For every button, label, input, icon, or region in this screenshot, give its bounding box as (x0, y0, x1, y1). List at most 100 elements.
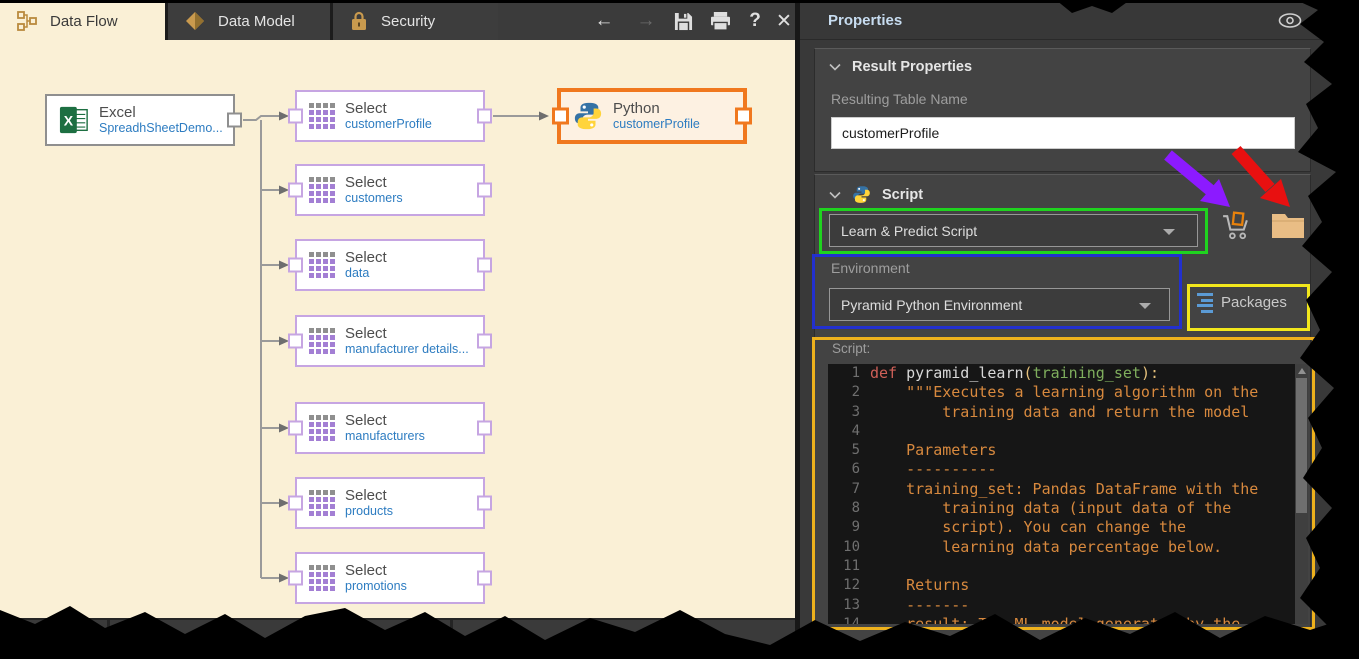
output-port[interactable] (735, 108, 752, 125)
app-window: Data Flow Data Model Security ← → (0, 0, 1359, 659)
script-section-header[interactable]: Script (815, 175, 1310, 204)
excel-icon: X (59, 105, 89, 135)
code-token: def (870, 364, 906, 382)
tab-security[interactable]: Security (330, 2, 498, 40)
select-node[interactable]: Selectdata (295, 239, 485, 291)
input-port[interactable] (288, 496, 303, 511)
output-port[interactable] (477, 183, 492, 198)
script-area-label: Script: (832, 341, 870, 356)
python-script-node[interactable]: Python customerProfile (557, 88, 747, 144)
node-subtitle: customerProfile (613, 117, 700, 131)
collapse-chevron-icon[interactable]: ⌃ (345, 631, 357, 648)
input-port[interactable] (288, 109, 303, 124)
python-icon (852, 185, 871, 204)
input-port[interactable] (288, 421, 303, 436)
lock-icon (349, 10, 369, 32)
excel-source-node[interactable]: X Excel SpreadhSheetDemo... (45, 94, 235, 146)
input-port[interactable] (288, 183, 303, 198)
code-line: 12 Returns (828, 576, 1308, 595)
marketplace-button[interactable] (1221, 210, 1250, 246)
select-node[interactable]: Selectcustomers (295, 164, 485, 216)
code-line: 1def pyramid_learn(training_set): (828, 364, 1308, 383)
collapse-panel-button[interactable]: › (1310, 7, 1317, 33)
line-number: 4 (828, 422, 870, 441)
code-line: 2 """Executes a learning algorithm on th… (828, 383, 1308, 402)
data-flow-icon (16, 10, 38, 32)
line-number: 11 (828, 557, 870, 576)
script-code-editor[interactable]: 1def pyramid_learn(training_set):2 """Ex… (828, 364, 1308, 624)
table-grid-icon (309, 252, 335, 278)
tab-data-model[interactable]: Data Model (165, 2, 330, 40)
environment-label: Environment (831, 260, 910, 276)
select-node[interactable]: Selectproducts (295, 477, 485, 529)
packages-label: Packages (1221, 294, 1287, 311)
output-port[interactable] (477, 496, 492, 511)
node-subtitle: manufacturer details... (345, 342, 469, 356)
line-number: 1 (828, 364, 870, 383)
node-subtitle: promotions (345, 579, 407, 593)
properties-header: Properties › (800, 2, 1359, 40)
script-select-dropdown[interactable]: Learn & Predict Script (829, 214, 1198, 247)
flow-toolbar: ← → (575, 2, 795, 40)
canvas[interactable]: X Excel SpreadhSheetDemo... Selectcustom… (0, 40, 795, 618)
forward-button[interactable]: → (629, 2, 663, 40)
node-title: Python (613, 100, 700, 117)
print-button[interactable] (703, 2, 737, 40)
table-grid-icon (309, 177, 335, 203)
table-grid-icon (309, 415, 335, 441)
table-grid-icon (309, 103, 335, 129)
save-icon (674, 12, 693, 31)
properties-title: Properties (828, 12, 902, 29)
resulting-table-name-input[interactable] (831, 117, 1295, 149)
code-token: training data and return the model (870, 403, 1249, 421)
select-node[interactable]: Selectmanufacturers (295, 402, 485, 454)
preview-eye-button[interactable] (1278, 13, 1302, 33)
node-subtitle: products (345, 504, 393, 518)
environment-dropdown[interactable]: Pyramid Python Environment (829, 288, 1170, 321)
code-token: ---------- (870, 460, 996, 478)
output-port[interactable] (477, 571, 492, 586)
editor-scrollbar[interactable] (1295, 364, 1308, 624)
select-node[interactable]: Selectmanufacturer details... (295, 315, 485, 367)
select-node[interactable]: SelectcustomerProfile (295, 90, 485, 142)
code-token: ------- (870, 596, 969, 614)
open-file-button[interactable] (1271, 211, 1305, 244)
scroll-up-icon[interactable] (1298, 368, 1306, 374)
line-number: 6 (828, 460, 870, 479)
table-grid-icon (309, 328, 335, 354)
chevron-down-icon (829, 191, 841, 199)
input-port[interactable] (288, 334, 303, 349)
cart-icon (1221, 210, 1250, 241)
output-port[interactable] (477, 334, 492, 349)
section-title: Result Properties (852, 59, 972, 75)
code-line: 4 (828, 422, 1308, 441)
output-port[interactable] (477, 109, 492, 124)
messages-tab[interactable]: M (368, 631, 380, 647)
input-port[interactable] (288, 258, 303, 273)
select-node[interactable]: Selectpromotions (295, 552, 485, 604)
code-token: learning data percentage below. (870, 538, 1222, 556)
code-token: ( (1024, 364, 1033, 382)
input-port[interactable] (288, 571, 303, 586)
output-port[interactable] (477, 421, 492, 436)
output-port[interactable] (227, 113, 242, 128)
table-grid-icon (309, 565, 335, 591)
back-button[interactable]: ← (587, 2, 621, 40)
output-port[interactable] (477, 258, 492, 273)
tab-data-flow[interactable]: Data Flow (0, 2, 165, 40)
dropdown-arrow-icon (1139, 303, 1151, 309)
packages-button[interactable]: Packages (1197, 293, 1287, 313)
scrollbar-thumb[interactable] (1296, 378, 1307, 513)
save-button[interactable] (667, 2, 699, 40)
code-line: 3 training data and return the model (828, 403, 1308, 422)
node-subtitle: manufacturers (345, 429, 425, 443)
input-port[interactable] (552, 108, 569, 125)
folder-icon (1271, 211, 1305, 239)
node-title: Select (345, 100, 432, 117)
result-properties-header[interactable]: Result Properties (815, 49, 1310, 75)
node-subtitle: customers (345, 191, 403, 205)
help-button[interactable]: ? (741, 2, 769, 40)
code-token: pyramid_learn (906, 364, 1023, 382)
line-number: 10 (828, 538, 870, 557)
preview-tab[interactable]: Previ (38, 631, 70, 647)
